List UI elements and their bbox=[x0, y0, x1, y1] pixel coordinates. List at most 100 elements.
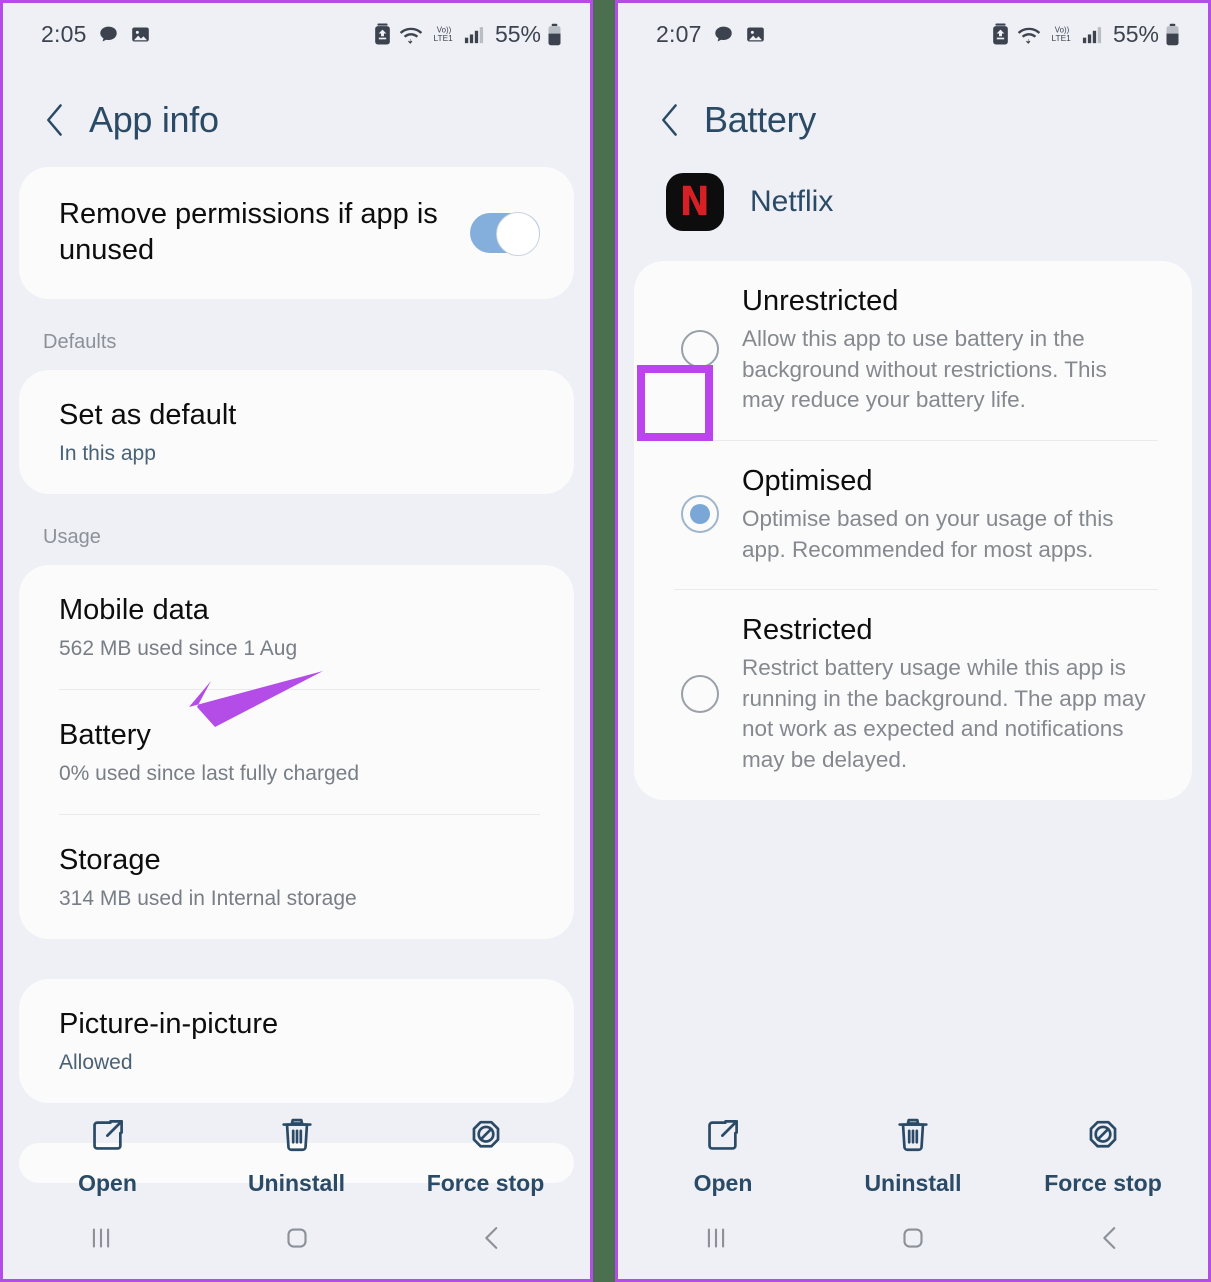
back-button[interactable] bbox=[394, 1221, 590, 1255]
mobile-data-row[interactable]: Mobile data 562 MB used since 1 Aug bbox=[19, 565, 574, 689]
force-stop-button[interactable]: Force stop bbox=[391, 1116, 580, 1197]
recents-button[interactable] bbox=[618, 1221, 815, 1255]
battery-row[interactable]: Battery 0% used since last fully charged bbox=[19, 690, 574, 814]
back-chevron-icon[interactable] bbox=[656, 101, 684, 139]
optimised-radio-slot[interactable] bbox=[658, 495, 742, 534]
wifi-icon bbox=[398, 23, 424, 45]
remove-permissions-card: Remove permissions if app is unused bbox=[19, 167, 574, 299]
restricted-text: Restricted Restrict battery usage while … bbox=[742, 612, 1162, 775]
back-icon bbox=[475, 1221, 509, 1255]
action-bar-left: Open Uninstall Force stop bbox=[3, 1116, 590, 1197]
battery-titlebar: Battery bbox=[618, 65, 1208, 167]
battery-label: Battery bbox=[59, 718, 151, 751]
usage-card: Mobile data 562 MB used since 1 Aug Batt… bbox=[19, 564, 574, 939]
battery-percent-label: 55% bbox=[1112, 20, 1159, 47]
svg-text:LTE1: LTE1 bbox=[433, 33, 453, 43]
open-label: Open bbox=[693, 1170, 753, 1196]
open-button[interactable]: Open bbox=[628, 1116, 818, 1197]
force-stop-button[interactable]: Force stop bbox=[1008, 1116, 1198, 1197]
optimised-text: Optimised Optimise based on your usage o… bbox=[742, 463, 1162, 565]
page-title: Battery bbox=[704, 99, 816, 140]
picture-in-picture-row[interactable]: Picture-in-picture Allowed bbox=[19, 979, 574, 1103]
force-stop-icon bbox=[1084, 1116, 1122, 1154]
battery-icon bbox=[1165, 23, 1180, 46]
uninstall-button[interactable]: Uninstall bbox=[202, 1116, 391, 1197]
status-bar-left-group: 2:07 bbox=[656, 21, 766, 48]
uninstall-label: Uninstall bbox=[864, 1170, 962, 1196]
wifi-icon bbox=[1016, 23, 1042, 45]
option-restricted[interactable]: Restricted Restrict battery usage while … bbox=[634, 590, 1192, 799]
open-external-icon bbox=[89, 1116, 127, 1154]
back-icon bbox=[1093, 1221, 1127, 1255]
signal-bars-icon bbox=[1082, 23, 1104, 45]
open-button[interactable]: Open bbox=[13, 1116, 202, 1197]
image-icon bbox=[745, 24, 766, 45]
back-chevron-icon[interactable] bbox=[41, 101, 69, 139]
home-icon bbox=[896, 1221, 930, 1255]
panel-divider bbox=[590, 0, 618, 1282]
optimised-radio[interactable] bbox=[681, 495, 719, 534]
remove-permissions-toggle[interactable] bbox=[470, 211, 540, 256]
status-bar-left: 2:05 Vo)) LTE1 55% bbox=[3, 3, 590, 65]
set-as-default-row[interactable]: Set as default In this app bbox=[19, 370, 574, 494]
restricted-radio-slot[interactable] bbox=[658, 674, 742, 713]
trash-icon bbox=[278, 1116, 316, 1154]
right-phone-screen: 2:07 Vo)) LTE1 55% Battery N Netflix Unr… bbox=[618, 0, 1211, 1282]
home-button[interactable] bbox=[815, 1221, 1012, 1255]
status-bar-right-group: Vo)) LTE1 55% bbox=[373, 21, 562, 48]
nav-bar-left bbox=[3, 1197, 590, 1279]
unrestricted-text: Unrestricted Allow this app to use batte… bbox=[742, 283, 1162, 416]
app-info-titlebar: App info bbox=[3, 65, 590, 167]
netflix-icon-letter: N bbox=[679, 179, 711, 225]
status-time: 2:05 bbox=[41, 20, 87, 47]
status-time: 2:07 bbox=[656, 20, 702, 47]
force-stop-label: Force stop bbox=[426, 1170, 545, 1196]
mobile-data-value: 562 MB used since 1 Aug bbox=[59, 636, 298, 660]
signal-bars-icon bbox=[464, 23, 486, 45]
optimised-description: Optimise based on your usage of this app… bbox=[742, 506, 1114, 562]
recents-icon bbox=[84, 1221, 118, 1255]
app-name-label: Netflix bbox=[750, 185, 834, 218]
storage-row[interactable]: Storage 314 MB used in Internal storage bbox=[19, 815, 574, 939]
recents-button[interactable] bbox=[3, 1221, 199, 1255]
netflix-app-icon: N bbox=[666, 173, 724, 231]
restricted-radio[interactable] bbox=[681, 674, 719, 713]
restricted-description: Restrict battery usage while this app is… bbox=[742, 655, 1146, 773]
storage-label: Storage bbox=[59, 843, 161, 876]
status-bar-right-group: Vo)) LTE1 55% bbox=[991, 21, 1180, 48]
app-header: N Netflix bbox=[618, 167, 1208, 261]
battery-saver-icon bbox=[373, 23, 392, 45]
optimised-title: Optimised bbox=[742, 464, 873, 497]
volte-lte-icon: Vo)) LTE1 bbox=[1048, 23, 1076, 45]
unrestricted-radio[interactable] bbox=[681, 330, 719, 369]
volte-lte-icon: Vo)) LTE1 bbox=[430, 23, 458, 45]
defaults-group-label: Defaults bbox=[43, 330, 117, 353]
uninstall-label: Uninstall bbox=[247, 1170, 346, 1196]
status-bar-left-group: 2:05 bbox=[41, 21, 151, 48]
home-icon bbox=[280, 1221, 314, 1255]
chat-bubble-icon bbox=[713, 24, 734, 45]
set-as-default-label: Set as default bbox=[59, 398, 237, 431]
status-bar-right: 2:07 Vo)) LTE1 55% bbox=[618, 3, 1208, 65]
home-button[interactable] bbox=[199, 1221, 395, 1255]
storage-value: 314 MB used in Internal storage bbox=[59, 886, 357, 910]
battery-percent-label: 55% bbox=[494, 20, 541, 47]
remove-permissions-row[interactable]: Remove permissions if app is unused bbox=[19, 167, 574, 299]
defaults-card: Set as default In this app bbox=[19, 369, 574, 494]
option-unrestricted[interactable]: Unrestricted Allow this app to use batte… bbox=[634, 261, 1192, 440]
back-button[interactable] bbox=[1011, 1221, 1208, 1255]
remove-permissions-label: Remove permissions if app is unused bbox=[59, 198, 438, 266]
trash-icon bbox=[894, 1116, 932, 1154]
battery-saver-icon bbox=[991, 23, 1010, 45]
option-optimised[interactable]: Optimised Optimise based on your usage o… bbox=[634, 441, 1192, 589]
set-as-default-value: In this app bbox=[59, 441, 156, 465]
mobile-data-label: Mobile data bbox=[59, 593, 209, 626]
svg-text:LTE1: LTE1 bbox=[1051, 33, 1071, 43]
uninstall-button[interactable]: Uninstall bbox=[818, 1116, 1008, 1197]
unrestricted-radio-slot[interactable] bbox=[658, 330, 742, 369]
image-icon bbox=[130, 24, 151, 45]
page-title: App info bbox=[89, 99, 219, 140]
chat-bubble-icon bbox=[98, 24, 119, 45]
action-bar-right: Open Uninstall Force stop bbox=[618, 1116, 1208, 1197]
unrestricted-title: Unrestricted bbox=[742, 285, 899, 317]
